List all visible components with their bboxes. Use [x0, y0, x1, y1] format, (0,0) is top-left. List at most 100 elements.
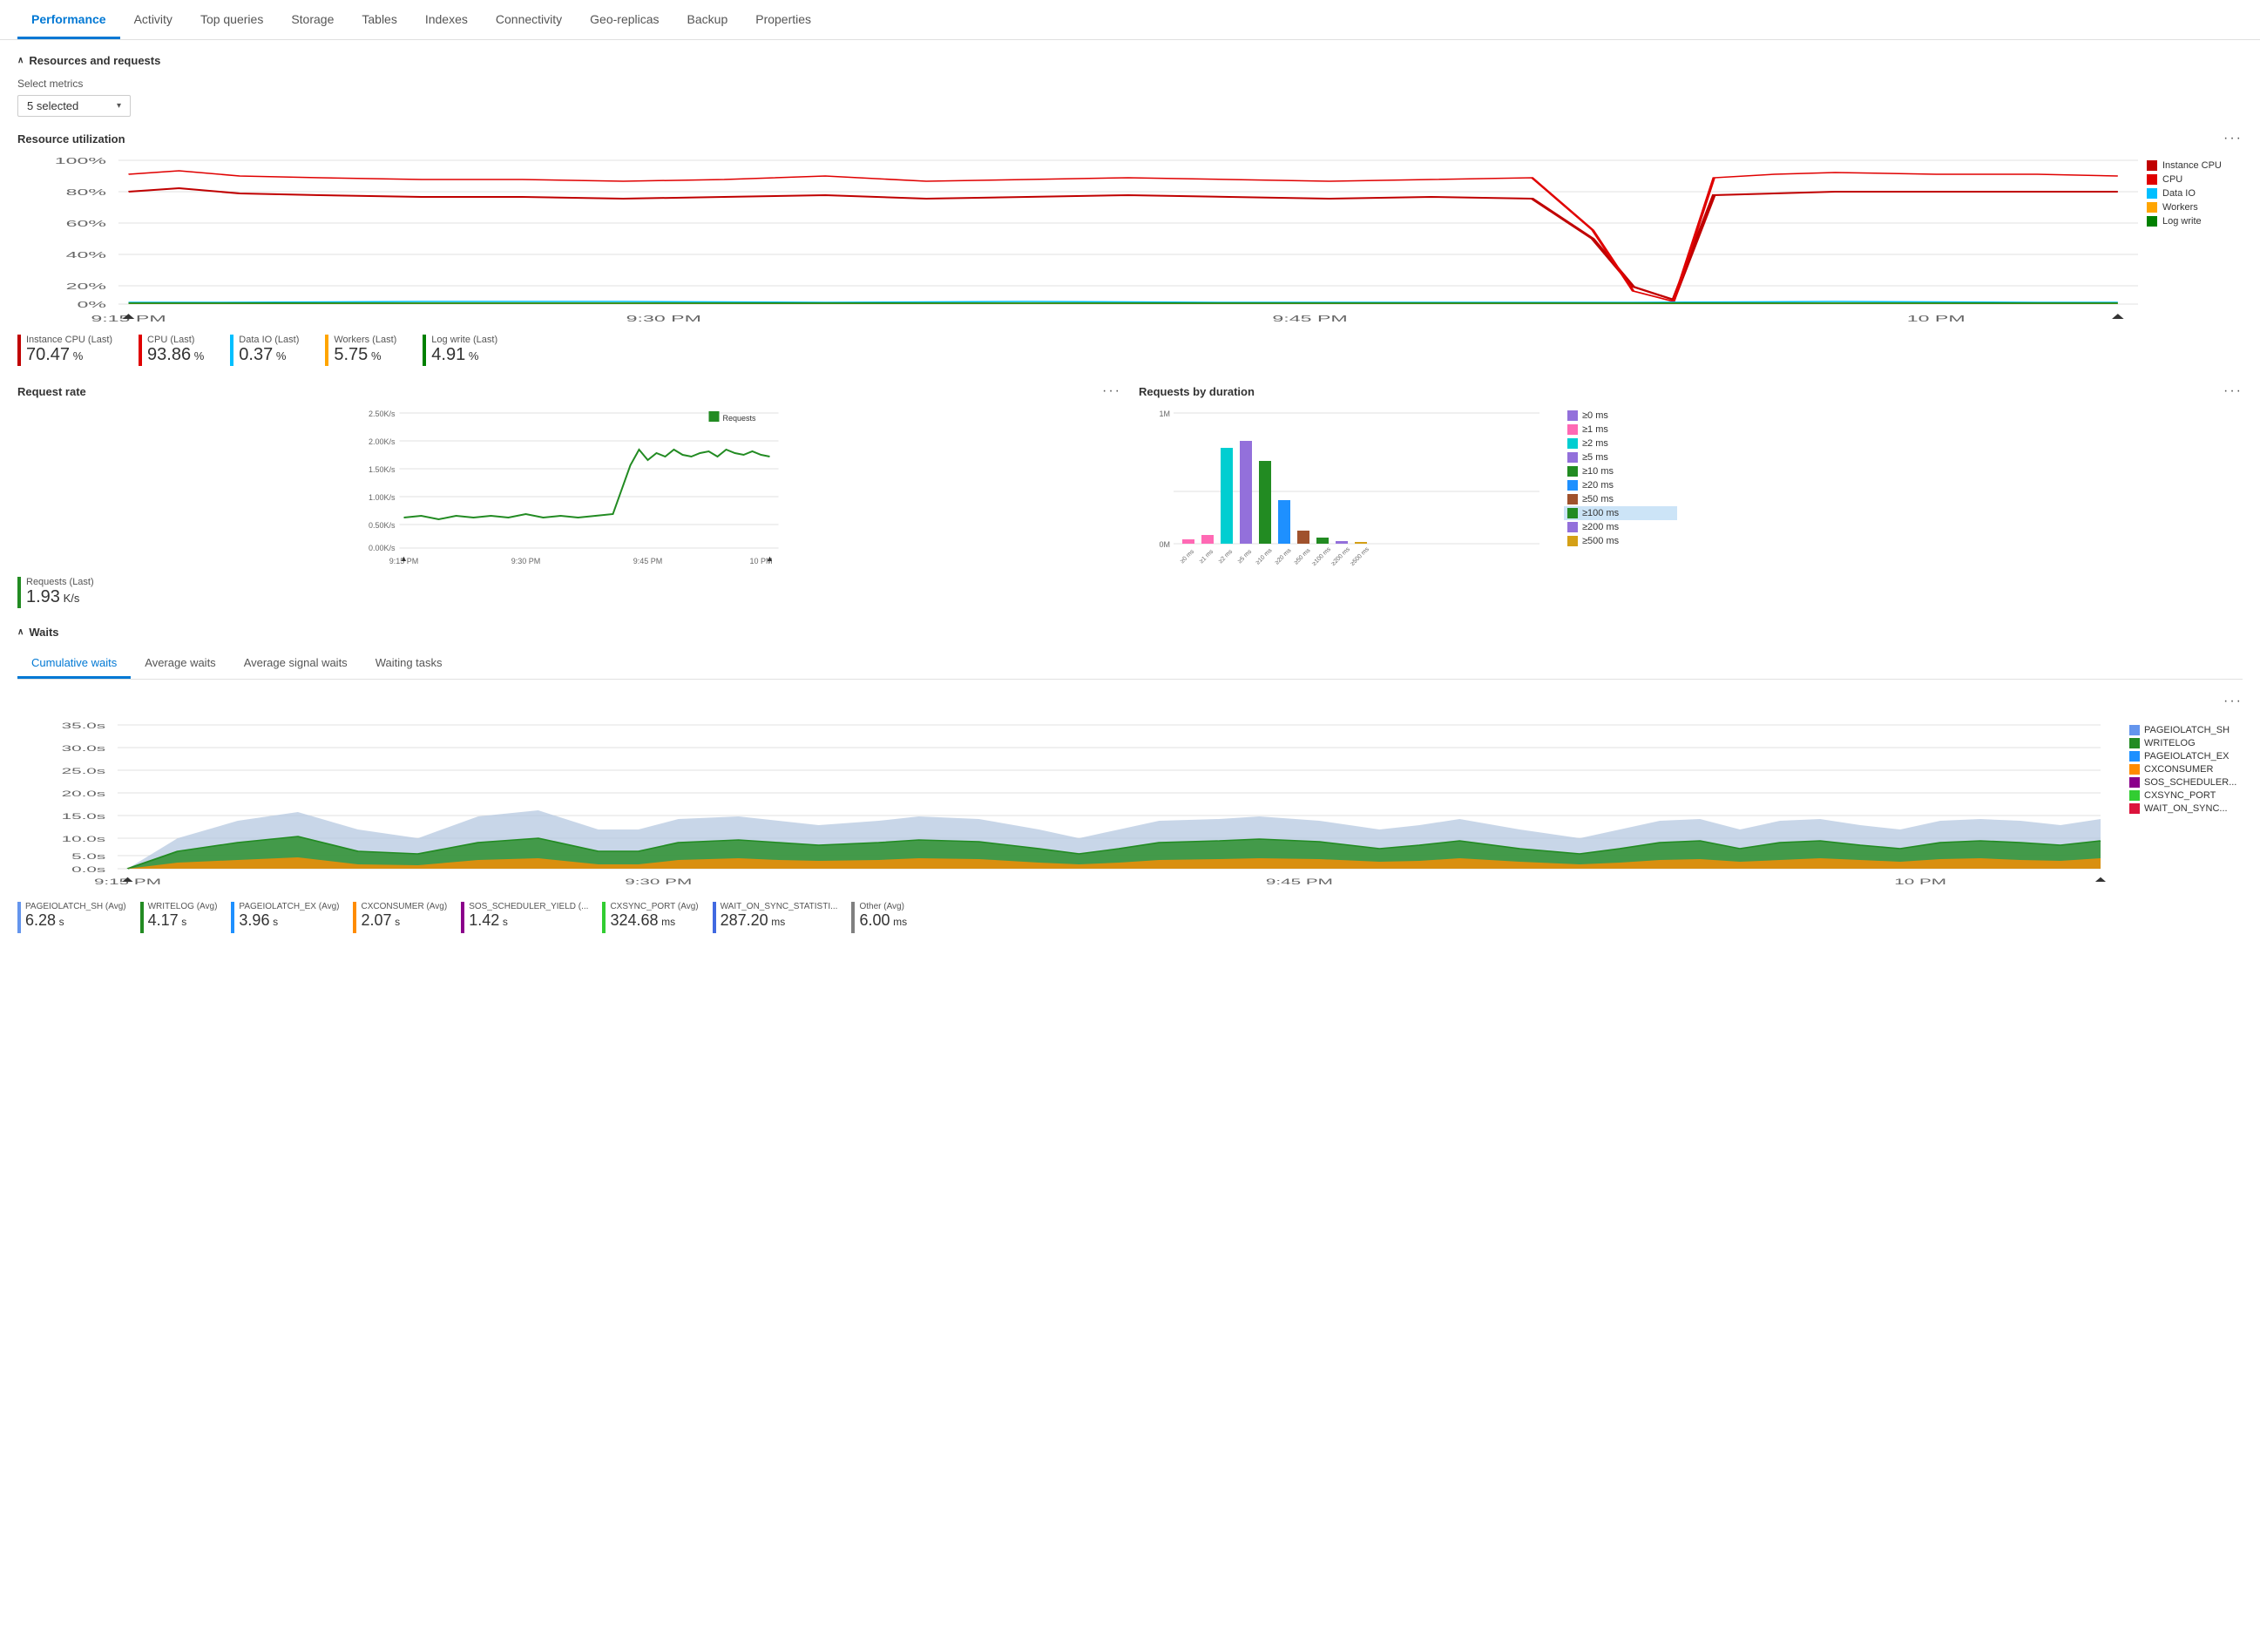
waits-legend-item-cxsync-port: CXSYNC_PORT	[2129, 790, 2243, 801]
waits-metric-label-pageiolatch-ex: PAGEIOLATCH_EX (Avg)	[239, 902, 339, 911]
req-legend-color-0ms	[1567, 410, 1578, 421]
tab-waiting-tasks[interactable]: Waiting tasks	[362, 649, 457, 679]
metric-color-bar-log-write	[423, 335, 426, 366]
nav-item-tables[interactable]: Tables	[348, 0, 410, 39]
metric-unit-log-write: %	[469, 349, 479, 362]
nav-item-performance[interactable]: Performance	[17, 0, 120, 39]
waits-metric-label-cxsync-port: CXSYNC_PORT (Avg)	[610, 902, 698, 911]
waits-metric-unit-pageiolatch-sh: s	[59, 916, 64, 928]
svg-text:9:30 PM: 9:30 PM	[511, 557, 541, 565]
cumulative-waits-ellipsis[interactable]: ···	[2223, 694, 2243, 709]
waits-metric-value-sos-scheduler: 1.42	[469, 911, 499, 929]
svg-text:▲: ▲	[400, 554, 408, 563]
waits-metric-value-other: 6.00	[859, 911, 890, 929]
nav-item-geo-replicas[interactable]: Geo-replicas	[576, 0, 673, 39]
nav-item-top-queries[interactable]: Top queries	[186, 0, 277, 39]
tab-average-signal-waits[interactable]: Average signal waits	[230, 649, 362, 679]
waits-metric-label-pageiolatch-sh: PAGEIOLATCH_SH (Avg)	[25, 902, 126, 911]
waits-legend-item-cxconsumer: CXCONSUMER	[2129, 764, 2243, 775]
svg-text:0%: 0%	[77, 300, 106, 309]
nav-item-storage[interactable]: Storage	[277, 0, 348, 39]
nav-item-indexes[interactable]: Indexes	[411, 0, 482, 39]
resource-ellipsis-btn[interactable]: ···	[2223, 131, 2243, 146]
svg-text:▲: ▲	[2108, 311, 2128, 321]
svg-text:Requests: Requests	[723, 414, 757, 423]
waits-metric-bar-pageiolatch-ex	[231, 902, 234, 933]
req-legend-color-2ms	[1567, 438, 1578, 449]
resources-header-label: Resources and requests	[29, 54, 160, 67]
resource-utilization-section: Resource utilization ··· 100%	[17, 131, 2243, 366]
svg-text:≥1 ms: ≥1 ms	[1199, 548, 1215, 565]
legend-item-workers: Workers	[2147, 202, 2243, 213]
resource-chart-title-row: Resource utilization ···	[17, 131, 2243, 146]
waits-metric-unit-cxsync-port: ms	[661, 916, 675, 928]
resources-section-header[interactable]: ∧ Resources and requests	[17, 54, 2243, 67]
request-rate-ellipsis[interactable]: ···	[1102, 383, 1121, 399]
metric-requests: Requests (Last) 1.93 K/s	[17, 577, 94, 608]
svg-text:≥2 ms: ≥2 ms	[1218, 548, 1235, 565]
svg-text:100%: 100%	[55, 156, 106, 166]
svg-text:9:45 PM: 9:45 PM	[1272, 314, 1347, 323]
metric-color-bar-requests	[17, 577, 21, 608]
svg-text:0.0s: 0.0s	[71, 866, 105, 875]
svg-text:≥0 ms: ≥0 ms	[1180, 548, 1196, 565]
req-legend-item-2ms: ≥2 ms	[1564, 437, 1677, 450]
svg-text:10.0s: 10.0s	[62, 836, 106, 844]
nav-item-activity[interactable]: Activity	[120, 0, 186, 39]
svg-text:≥20 ms: ≥20 ms	[1274, 547, 1292, 565]
req-legend-item-5ms: ≥5 ms	[1564, 450, 1677, 464]
resource-chart-svg: 100% 80% 60% 40% 20% 0%	[17, 152, 2138, 326]
waits-section-header[interactable]: ∧ Waits	[17, 626, 2243, 639]
waits-legend-color-cxconsumer	[2129, 764, 2140, 775]
requests-by-duration-section: Requests by duration ··· 1M 0M	[1139, 383, 2243, 608]
waits-metric-value-pageiolatch-sh: 6.28	[25, 911, 56, 929]
legend-label-cpu: CPU	[2162, 174, 2182, 185]
tab-average-waits[interactable]: Average waits	[131, 649, 229, 679]
metric-color-bar-workers	[325, 335, 328, 366]
waits-chart-legend: PAGEIOLATCH_SH WRITELOG PAGEIOLATCH_EX C…	[2129, 716, 2243, 893]
requests-duration-chart-area: 1M 0M	[1139, 404, 2243, 570]
requests-duration-ellipsis[interactable]: ···	[2223, 383, 2243, 399]
svg-text:≥200 ms: ≥200 ms	[1330, 546, 1351, 567]
waits-metric-cxsync-port: CXSYNC_PORT (Avg) 324.68 ms	[602, 902, 698, 933]
req-legend-color-50ms	[1567, 494, 1578, 504]
waits-legend-item-pageiolatch-ex: PAGEIOLATCH_EX	[2129, 751, 2243, 762]
metric-instance-cpu: Instance CPU (Last) 70.47 %	[17, 335, 112, 366]
waits-chevron-icon: ∧	[17, 627, 24, 637]
waits-metric-bar-sos-scheduler	[461, 902, 464, 933]
svg-text:≥50 ms: ≥50 ms	[1293, 547, 1311, 565]
nav-item-backup[interactable]: Backup	[673, 0, 742, 39]
waits-metric-bar-other	[851, 902, 855, 933]
tab-cumulative-waits[interactable]: Cumulative waits	[17, 649, 131, 679]
waits-metric-bar-wait-on-sync	[713, 902, 716, 933]
request-rate-title: Request rate	[17, 385, 86, 398]
legend-color-log-write	[2147, 216, 2157, 227]
svg-text:0.00K/s: 0.00K/s	[369, 544, 396, 552]
select-metrics-dropdown[interactable]: 5 selected ▾	[17, 95, 131, 117]
requests-duration-svg: 1M 0M	[1139, 404, 1557, 570]
waits-metric-label-sos-scheduler: SOS_SCHEDULER_YIELD (...	[469, 902, 588, 911]
top-nav: PerformanceActivityTop queriesStorageTab…	[0, 0, 2260, 40]
waits-legend-color-writelog	[2129, 738, 2140, 748]
legend-item-log-write: Log write	[2147, 216, 2243, 227]
metric-label-instance-cpu: Instance CPU (Last)	[26, 335, 112, 345]
svg-text:5.0s: 5.0s	[71, 853, 105, 862]
two-col-charts: Request rate ··· 2.50K/s 2.00K/s	[17, 383, 2243, 608]
request-rate-svg: 2.50K/s 2.00K/s 1.50K/s 1.00K/s 0.50K/s …	[17, 404, 1121, 570]
req-legend-item-0ms: ≥0 ms	[1564, 409, 1677, 423]
waits-legend-item-writelog: WRITELOG	[2129, 738, 2243, 748]
nav-item-connectivity[interactable]: Connectivity	[482, 0, 576, 39]
waits-tabs: Cumulative waits Average waits Average s…	[17, 649, 2243, 680]
nav-item-properties[interactable]: Properties	[741, 0, 825, 39]
metric-workers: Workers (Last) 5.75 %	[325, 335, 396, 366]
legend-item-cpu: CPU	[2147, 174, 2243, 185]
metric-label-log-write: Log write (Last)	[431, 335, 497, 345]
waits-metric-unit-cxconsumer: s	[395, 916, 400, 928]
waits-metric-label-other: Other (Avg)	[859, 902, 907, 911]
waits-metric-bar-writelog	[140, 902, 144, 933]
svg-text:2.50K/s: 2.50K/s	[369, 410, 396, 418]
waits-legend-item-pageiolatch-sh: PAGEIOLATCH_SH	[2129, 725, 2243, 735]
requests-duration-legend: ≥0 ms ≥1 ms ≥2 ms ≥5 ms	[1564, 404, 1677, 570]
metric-value-data-io: 0.37	[239, 345, 273, 364]
waits-metrics-row: PAGEIOLATCH_SH (Avg) 6.28 s WRITELOG (Av…	[17, 902, 2243, 933]
